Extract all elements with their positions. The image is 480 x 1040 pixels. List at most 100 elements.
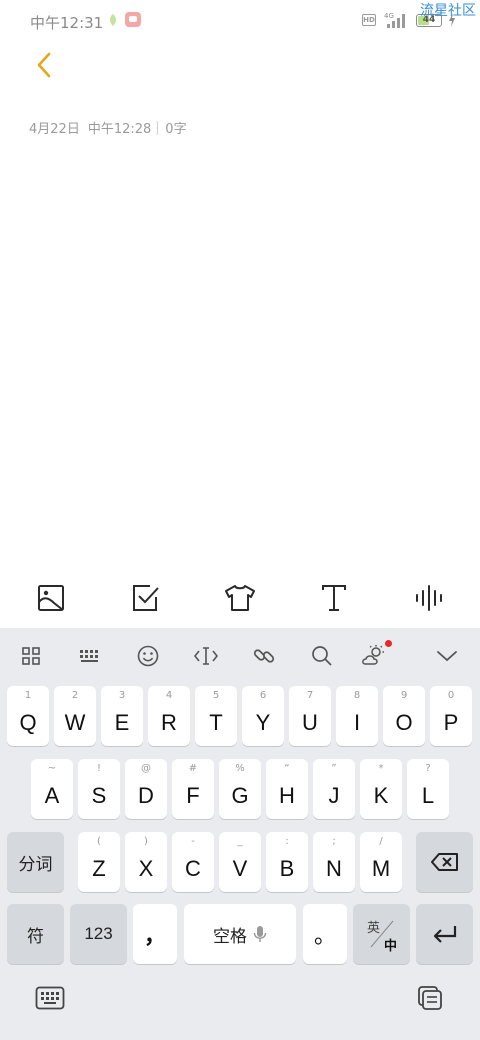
key-f[interactable]: # F [172, 759, 214, 819]
note-editor[interactable] [0, 150, 480, 565]
key-label: D [138, 783, 154, 808]
key-v[interactable]: _ V [219, 832, 261, 892]
key-o[interactable]: 9O [383, 686, 425, 746]
key-hint: - [191, 836, 195, 847]
lang-divider [370, 920, 394, 948]
key-label: U [302, 710, 318, 735]
key-hint: ( [97, 836, 101, 847]
text-format-button[interactable] [310, 574, 358, 622]
segment-key[interactable]: 分词 [7, 832, 64, 892]
key-m[interactable]: / M [360, 832, 402, 892]
number-key[interactable]: 123 [70, 904, 127, 964]
key-label: G [231, 783, 249, 808]
key-g[interactable]: % G [219, 759, 261, 819]
key-r[interactable]: 4R [148, 686, 190, 746]
key-x[interactable]: ) X [125, 832, 167, 892]
key-hint: 3 [118, 690, 126, 701]
emoji-button[interactable] [134, 642, 162, 670]
voice-icon [415, 585, 442, 611]
voice-input-button[interactable] [405, 574, 453, 622]
key-p[interactable]: 0P [430, 686, 472, 746]
delete-key[interactable] [416, 832, 473, 892]
search-button[interactable] [308, 642, 336, 670]
keyboard-switch-button[interactable] [34, 984, 66, 1012]
image-icon [38, 585, 65, 611]
number-key-label: 123 [84, 924, 113, 943]
key-c[interactable]: -C [172, 832, 214, 892]
language-switch-key[interactable]: 英中 [353, 904, 410, 964]
key-label: R [161, 710, 177, 735]
key-s[interactable]: ! S [78, 759, 120, 819]
comma-key-label: ， [143, 924, 166, 949]
comma-key[interactable]: ， [133, 904, 177, 964]
theme-button[interactable] [216, 574, 264, 622]
key-label: A [44, 783, 60, 808]
symbol-key[interactable]: 符 [7, 904, 64, 964]
status-bar: 中午12:31 HD 4G 44 流星社区 [0, 0, 480, 40]
hd-icon: HD [362, 14, 376, 26]
period-key[interactable]: 。 [303, 904, 347, 964]
weather-notification-dot [385, 640, 392, 647]
key-label: T [209, 710, 223, 735]
back-button[interactable] [28, 48, 60, 82]
key-d[interactable]: @ D [125, 759, 167, 819]
signal-icon: 4G [384, 12, 405, 28]
key-j[interactable]: ” J [313, 759, 355, 819]
key-label: L [421, 783, 435, 808]
key-y[interactable]: 6Y [242, 686, 284, 746]
key-u[interactable]: 7U [289, 686, 331, 746]
space-key-label: 空格 [213, 926, 247, 947]
key-hint: * [378, 763, 384, 774]
link-button[interactable] [250, 642, 278, 670]
key-label: H [279, 783, 295, 808]
key-h[interactable]: “H [266, 759, 308, 819]
emoji-icon [137, 645, 159, 667]
key-label: K [373, 783, 389, 808]
key-n[interactable]: ; N [313, 832, 355, 892]
text-format-icon [322, 585, 347, 611]
key-label: Y [255, 710, 271, 735]
weather-button[interactable] [360, 640, 392, 670]
key-label: I [353, 710, 361, 735]
key-hint: % [235, 763, 245, 774]
key-hint: _ [237, 836, 243, 847]
note-date: 4月22日 [29, 122, 80, 137]
key-k[interactable]: * K [360, 759, 402, 819]
key-hint: # [188, 763, 198, 774]
grid-menu-button[interactable] [17, 642, 45, 670]
keyboard-bottom-bar [0, 968, 480, 1040]
key-hint: 8 [353, 690, 361, 701]
leaf-notification-icon [110, 14, 116, 26]
watermark: 流星社区 [420, 3, 476, 19]
network-label: 4G [384, 12, 394, 20]
space-key[interactable]: 空格 [184, 904, 296, 964]
key-hint: @ [141, 763, 151, 774]
key-b[interactable]: :B [266, 832, 308, 892]
grid-menu-icon [22, 647, 40, 665]
key-hint: 0 [447, 690, 455, 701]
key-w[interactable]: 2W [54, 686, 96, 746]
key-hint: ; [332, 836, 336, 847]
link-icon [253, 649, 275, 663]
keyboard-layout-button[interactable] [76, 642, 104, 670]
keyboard-layout-icon [80, 650, 98, 662]
key-i[interactable]: 8I [336, 686, 378, 746]
checklist-icon [132, 585, 159, 611]
key-t[interactable]: 5T [195, 686, 237, 746]
key-z[interactable]: (Z [78, 832, 120, 892]
insert-image-button[interactable] [27, 574, 75, 622]
key-l[interactable]: ? L [407, 759, 449, 819]
clipboard-button[interactable] [414, 982, 446, 1014]
key-q[interactable]: 1Q [7, 686, 49, 746]
key-hint: ! [96, 763, 101, 774]
cursor-button[interactable] [192, 642, 220, 670]
keyboard-toolbar [0, 628, 480, 684]
key-a[interactable]: ~ A [31, 759, 73, 819]
checklist-button[interactable] [122, 574, 170, 622]
enter-key[interactable] [416, 904, 473, 964]
period-key-label: 。 [313, 924, 336, 949]
key-e[interactable]: 3E [101, 686, 143, 746]
key-label: M [371, 856, 391, 881]
message-notification-icon [125, 12, 141, 27]
collapse-keyboard-button[interactable] [433, 642, 461, 670]
